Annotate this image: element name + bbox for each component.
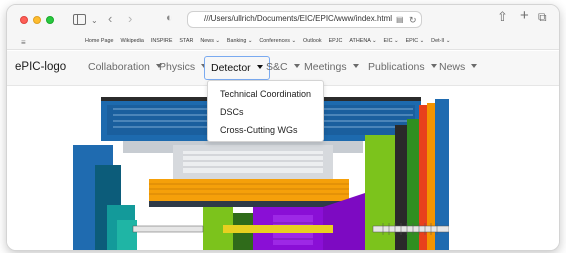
bookmark-item[interactable]: INSPIRE	[151, 38, 173, 44]
brand-logo[interactable]: ePIC-logo	[15, 61, 66, 73]
address-bar[interactable]: ///Users/ullrich/Documents/EIC/EPIC/www/…	[187, 11, 422, 28]
caret-down-icon	[471, 64, 478, 69]
nav-sc[interactable]: S&C	[266, 61, 300, 73]
reading-list-icon[interactable]: ≡	[21, 37, 26, 49]
menu-item-technical-coordination[interactable]: Technical Coordination	[220, 89, 311, 99]
title-bar: ⌄ ‹ › ◐ ///Users/ullrich/Documents/EIC/E…	[7, 5, 559, 35]
bookmark-item[interactable]: EIC ⌄	[384, 38, 399, 44]
nav-label: Meetings	[304, 61, 347, 73]
bookmark-item[interactable]: ATHENA ⌄	[349, 38, 376, 44]
privacy-shield-icon[interactable]: ◐	[166, 12, 173, 24]
sidebar-toggle-icon[interactable]	[73, 14, 86, 25]
nav-label: S&C	[266, 61, 288, 73]
bookmark-item[interactable]: EPIC ⌄	[406, 38, 425, 44]
nav-physics[interactable]: Physics	[159, 61, 208, 73]
nav-label: Physics	[159, 61, 196, 73]
caret-down-icon	[256, 65, 263, 70]
menu-item-cross-cutting-wgs[interactable]: Cross-Cutting WGs	[220, 125, 298, 135]
menu-item-dscs[interactable]: DSCs	[220, 107, 244, 117]
bookmark-item[interactable]: EPJC	[329, 38, 343, 44]
nav-detector[interactable]: Detector	[204, 56, 270, 80]
tab-overview-icon[interactable]: ⧉	[538, 11, 547, 23]
caret-down-icon	[352, 64, 359, 69]
minimize-window-button[interactable]	[33, 16, 41, 24]
nav-label: Publications	[368, 61, 425, 73]
caret-down-icon	[293, 64, 300, 69]
browser-window: ⌄ ‹ › ◐ ///Users/ullrich/Documents/EIC/E…	[6, 4, 560, 251]
bookmark-item[interactable]: STAR	[179, 38, 193, 44]
close-window-button[interactable]	[20, 16, 28, 24]
reader-icon[interactable]: ▤	[396, 14, 404, 26]
web-page: ePIC-logo Collaboration Physics Detector…	[7, 51, 559, 250]
bookmark-item[interactable]: Conferences ⌄	[259, 38, 296, 44]
caret-down-icon	[430, 64, 437, 69]
url-text: ///Users/ullrich/Documents/EIC/EPIC/www/…	[204, 14, 393, 23]
back-icon[interactable]: ‹	[108, 12, 112, 25]
nav-label: Detector	[211, 62, 251, 74]
nav-label: News	[439, 61, 466, 73]
zoom-window-button[interactable]	[46, 16, 54, 24]
nav-label: Collaboration	[88, 61, 150, 73]
bookmark-item[interactable]: Wikipedia	[120, 38, 143, 44]
nav-collaboration[interactable]: Collaboration	[88, 61, 162, 73]
share-icon[interactable]: ⇧	[497, 10, 508, 23]
bookmark-item[interactable]: Banking ⌄	[227, 38, 253, 44]
nav-meetings[interactable]: Meetings	[304, 61, 359, 73]
forward-icon[interactable]: ›	[128, 12, 132, 25]
detector-dropdown-menu: Technical Coordination DSCs Cross-Cuttin…	[207, 80, 324, 142]
chevron-down-icon[interactable]: ⌄	[91, 15, 98, 27]
new-tab-icon[interactable]: +	[520, 8, 529, 23]
bookmark-item[interactable]: Home Page	[85, 38, 113, 44]
bookmarks-list: Home Page Wikipedia INSPIRE STAR News ⌄ Banki…	[85, 38, 450, 44]
bookmarks-bar: ≡ Home Page Wikipedia INSPIRE STAR News ⌄ Ban…	[7, 35, 559, 50]
bookmark-item[interactable]: News ⌄	[200, 38, 220, 44]
bookmark-item[interactable]: Outlook	[303, 38, 322, 44]
nav-publications[interactable]: Publications	[368, 61, 437, 73]
reload-icon[interactable]: ↻	[409, 14, 417, 26]
nav-news[interactable]: News	[439, 61, 478, 73]
bookmark-item[interactable]: Det-II ⌄	[431, 38, 450, 44]
